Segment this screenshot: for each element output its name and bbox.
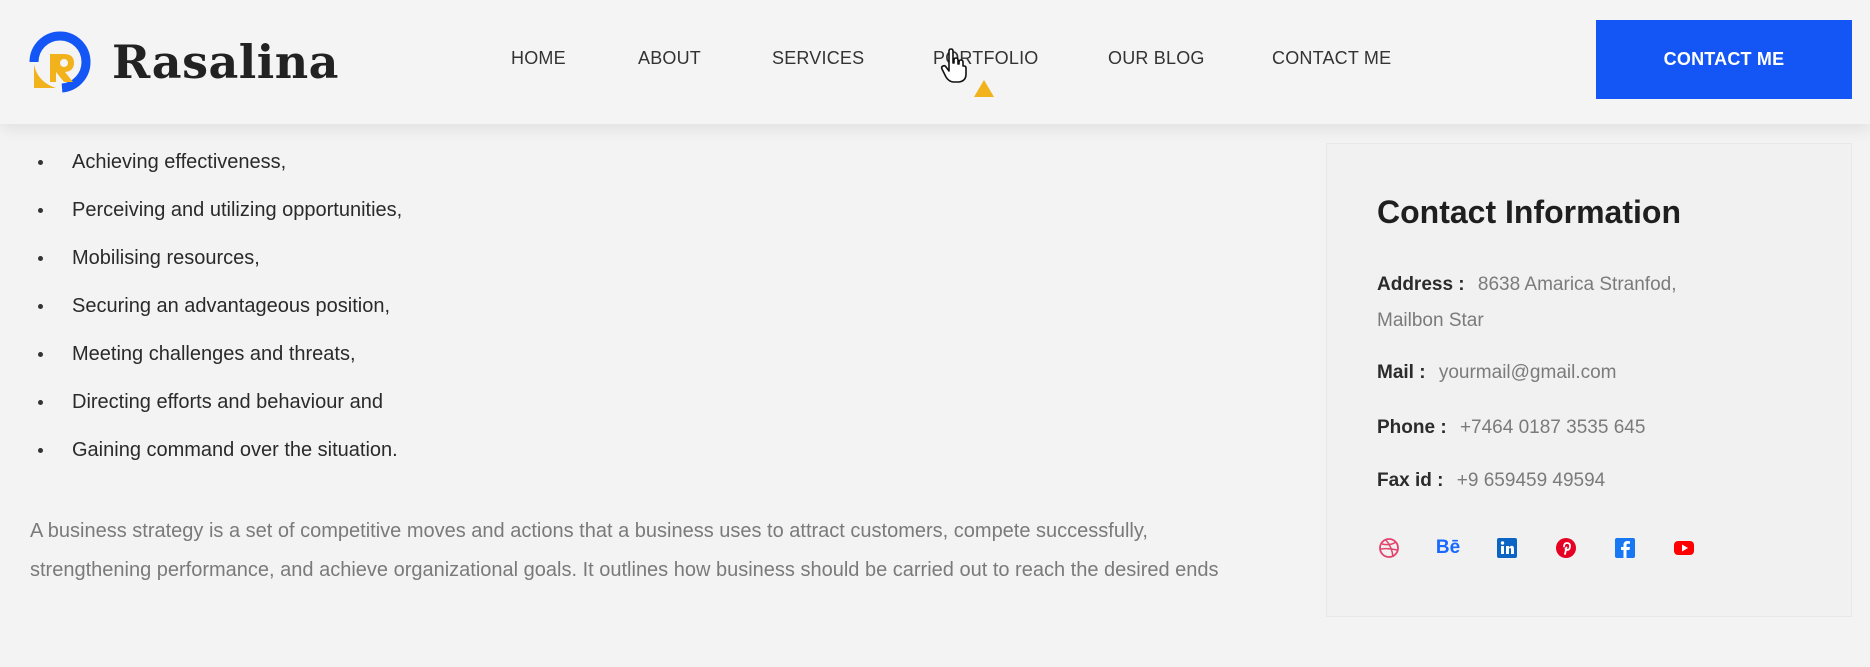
- social-links: Bē: [1377, 536, 1731, 560]
- nav-item-home[interactable]: HOME: [511, 48, 566, 69]
- nav-item-contact-me[interactable]: CONTACT ME: [1272, 48, 1391, 69]
- strategy-bullet-list: Achieving effectiveness, Perceiving and …: [30, 147, 402, 483]
- site-header: Rasalina HOME ABOUT SERVICES PORTFOLIO O…: [0, 0, 1870, 124]
- list-item: Meeting challenges and threats,: [30, 339, 402, 387]
- address-value-line1: 8638 Amarica Stranfod,: [1477, 274, 1677, 295]
- behance-icon[interactable]: Bē: [1436, 536, 1460, 560]
- fax-label: Fax id :: [1377, 470, 1444, 491]
- contact-me-button[interactable]: CONTACT ME: [1596, 20, 1852, 99]
- list-item: Mobilising resources,: [30, 243, 402, 291]
- logo-text: Rasalina: [112, 35, 339, 89]
- address-row: Address : 8638 Amarica Stranfod, Mailbon…: [1377, 267, 1677, 339]
- phone-value[interactable]: +7464 0187 3535 645: [1460, 417, 1645, 438]
- contact-information-card: Contact Information Address : 8638 Amari…: [1326, 143, 1852, 617]
- fax-row: Fax id : +9 659459 49594: [1377, 463, 1605, 499]
- list-item: Perceiving and utilizing opportunities,: [30, 195, 402, 243]
- mail-label: Mail :: [1377, 362, 1426, 383]
- address-label: Address :: [1377, 274, 1465, 295]
- facebook-icon[interactable]: [1613, 536, 1637, 560]
- dribbble-icon[interactable]: [1377, 536, 1401, 560]
- list-item: Achieving effectiveness,: [30, 147, 402, 195]
- mail-row: Mail : yourmail@gmail.com: [1377, 355, 1617, 391]
- strategy-paragraph: A business strategy is a set of competit…: [30, 520, 1219, 581]
- list-item: Securing an advantageous position,: [30, 291, 402, 339]
- pinterest-icon[interactable]: [1554, 536, 1578, 560]
- nav-item-our-blog[interactable]: OUR BLOG: [1108, 48, 1205, 69]
- mail-value[interactable]: yourmail@gmail.com: [1439, 362, 1617, 383]
- contact-title: Contact Information: [1377, 194, 1681, 230]
- nav-item-services[interactable]: SERVICES: [772, 48, 864, 69]
- linkedin-icon[interactable]: [1495, 536, 1519, 560]
- logo[interactable]: Rasalina: [28, 30, 339, 94]
- nav-item-about[interactable]: ABOUT: [638, 48, 701, 69]
- list-item: Gaining command over the situation.: [30, 435, 402, 483]
- fax-value: +9 659459 49594: [1456, 470, 1606, 491]
- youtube-icon[interactable]: [1672, 536, 1696, 560]
- address-value-line2: Mailbon Star: [1377, 310, 1484, 331]
- nav-active-indicator: [974, 80, 994, 97]
- logo-mark-icon: [29, 31, 91, 93]
- phone-label: Phone :: [1377, 417, 1447, 438]
- list-item: Directing efforts and behaviour and: [30, 387, 402, 435]
- phone-row: Phone : +7464 0187 3535 645: [1377, 410, 1645, 446]
- hand-cursor-icon: [940, 48, 967, 83]
